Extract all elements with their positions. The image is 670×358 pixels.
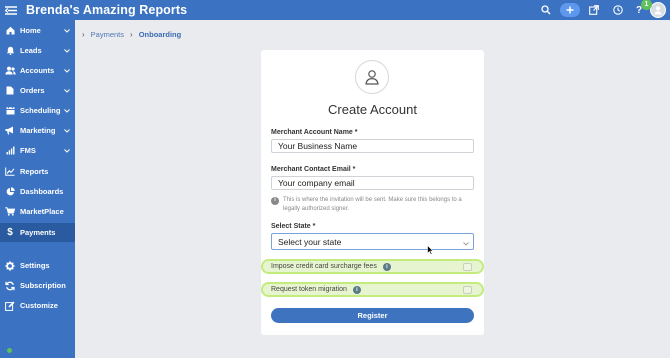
breadcrumb-current: Onboarding: [138, 29, 182, 39]
edit-icon: [0, 301, 20, 311]
merchant-email-value: Your company email: [278, 178, 355, 188]
sidebar-item-home[interactable]: Home: [0, 21, 75, 40]
app-title: Brenda's Amazing Reports: [26, 3, 188, 17]
sidebar-item-orders[interactable]: Orders: [0, 81, 75, 100]
chevron-down-icon: [62, 68, 72, 73]
megaphone-icon: [0, 126, 20, 135]
clock-icon[interactable]: [606, 0, 630, 20]
document-icon: [0, 86, 20, 95]
menu-toggle-icon[interactable]: [0, 0, 22, 20]
refresh-icon: [0, 281, 20, 291]
sidebar-item-label: Accounts: [20, 66, 55, 75]
chevron-down-icon: [62, 48, 72, 53]
state-label: Select State *: [271, 223, 316, 230]
pie-chart-icon: [0, 187, 20, 196]
sidebar-item-label: Customize: [20, 301, 58, 310]
surcharge-checkbox[interactable]: [463, 263, 472, 271]
sidebar-item-label: Settings: [20, 261, 50, 270]
sidebar-item-marketing[interactable]: Marketing: [0, 121, 75, 140]
chevron-down-icon: [62, 28, 72, 33]
token-migration-row[interactable]: Request token migration i: [261, 282, 484, 297]
home-icon: [0, 26, 20, 35]
gear-icon: [0, 260, 20, 271]
chevron-down-icon: [62, 148, 72, 153]
chevron-down-icon: [62, 88, 72, 93]
merchant-email-label: Merchant Contact Email *: [271, 166, 356, 173]
token-migration-label: Request token migration: [271, 286, 347, 293]
line-chart-icon: [0, 167, 20, 176]
sidebar-item-label: Payments: [20, 228, 56, 237]
merchant-name-label: Merchant Account Name *: [271, 129, 358, 136]
chevron-right-icon: ›: [82, 29, 85, 39]
sidebar-item-settings[interactable]: Settings: [0, 256, 75, 275]
sidebar-item-scheduling[interactable]: Scheduling: [0, 101, 75, 120]
sidebar-item-label: Scheduling: [20, 106, 61, 115]
chevron-down-icon: [62, 108, 72, 113]
state-select-value: Select your state: [278, 236, 342, 247]
sidebar-item-leads[interactable]: Leads: [0, 41, 75, 60]
sidebar-item-customize[interactable]: Customize: [0, 296, 75, 315]
email-hint: i This is where the invitation will be s…: [271, 196, 476, 213]
sidebar-item-label: Marketing: [20, 126, 56, 135]
sidebar-item-subscription[interactable]: Subscription: [0, 276, 75, 295]
plus-icon: [566, 6, 574, 14]
sidebar-item-label: Dashboards: [20, 187, 64, 196]
sidebar-item-dashboards[interactable]: Dashboards: [0, 182, 75, 201]
sidebar-item-accounts[interactable]: Accounts: [0, 61, 75, 80]
signal-icon: [0, 146, 20, 155]
info-icon: i: [271, 196, 279, 205]
sidebar-item-fms[interactable]: FMS: [0, 141, 75, 160]
info-icon[interactable]: i: [382, 262, 391, 271]
breadcrumb-payments-link[interactable]: Payments: [91, 30, 124, 39]
mouse-cursor-icon: [427, 242, 435, 260]
bell-icon: [0, 46, 20, 55]
dollar-icon: $: [7, 227, 13, 238]
register-button[interactable]: Register: [271, 308, 474, 323]
surcharge-label: Impose credit card surcharge fees: [271, 263, 377, 270]
external-link-icon[interactable]: [582, 0, 606, 20]
chevron-down-icon: [463, 238, 469, 248]
info-icon[interactable]: i: [352, 285, 361, 294]
breadcrumb: › Payments › Onboarding: [82, 28, 181, 40]
sidebar-item-reports[interactable]: Reports: [0, 162, 75, 181]
sidebar-item-label: Reports: [20, 167, 49, 176]
sidebar: Home Leads Accounts Orders Scheduling Ma…: [0, 20, 75, 358]
avatar[interactable]: [650, 2, 666, 18]
sidebar-item-label: Orders: [20, 86, 45, 95]
chevron-right-icon: ›: [130, 29, 133, 39]
state-select[interactable]: Select your state: [271, 233, 474, 250]
create-account-card: Create Account Merchant Account Name * Y…: [261, 50, 484, 335]
sidebar-item-payments[interactable]: $ Payments: [0, 223, 75, 242]
add-button[interactable]: [560, 3, 580, 17]
status-indicator: [7, 348, 12, 353]
users-icon: [0, 66, 20, 75]
surcharge-row[interactable]: Impose credit card surcharge fees i: [261, 259, 484, 274]
sidebar-item-label: Leads: [20, 46, 42, 55]
page-title: Create Account: [328, 102, 417, 117]
sidebar-item-label: FMS: [20, 146, 36, 155]
email-hint-text: This is where the invitation will be sen…: [283, 197, 462, 212]
sidebar-item-marketplace[interactable]: MarketPlace: [0, 202, 75, 221]
merchant-name-input[interactable]: Your Business Name: [271, 139, 474, 153]
merchant-email-input[interactable]: Your company email: [271, 176, 474, 190]
sidebar-item-label: Subscription: [20, 281, 66, 290]
search-icon[interactable]: [534, 0, 558, 20]
sidebar-item-label: MarketPlace: [20, 207, 64, 216]
user-icon: [355, 60, 389, 94]
sidebar-item-label: Home: [20, 26, 41, 35]
token-migration-checkbox[interactable]: [463, 286, 472, 294]
top-bar: Brenda's Amazing Reports ? 1: [0, 0, 670, 20]
chevron-down-icon: [62, 128, 72, 133]
merchant-name-value: Your Business Name: [278, 141, 358, 151]
calendar-icon: [0, 106, 20, 115]
cart-icon: [0, 207, 20, 216]
